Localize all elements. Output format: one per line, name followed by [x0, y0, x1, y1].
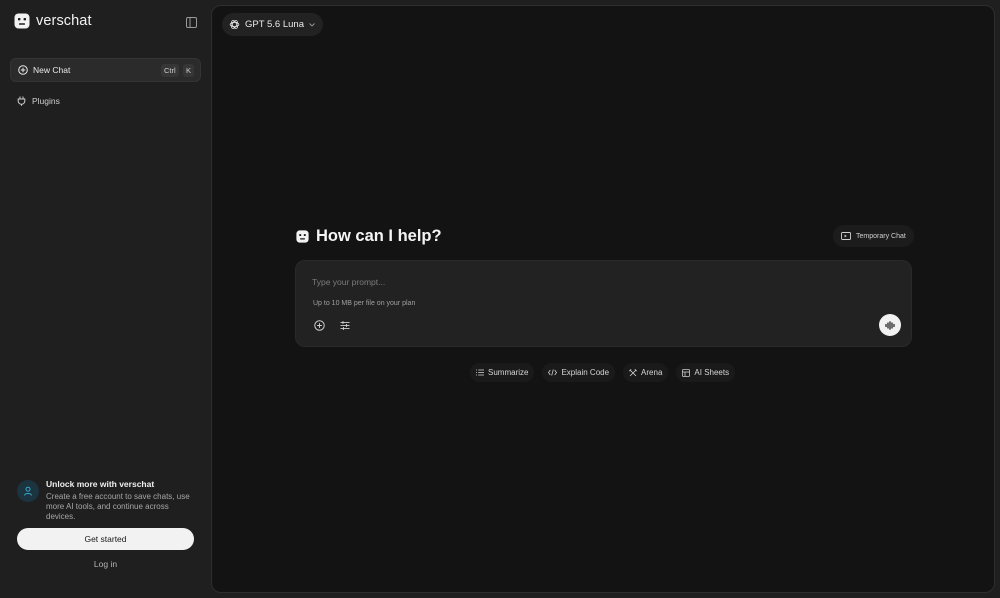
- shortcut-k: K: [183, 64, 195, 77]
- upload-limit-hint: Up to 10 MB per file on your plan: [313, 300, 416, 307]
- model-selector[interactable]: GPT 5.6 Luna: [222, 13, 323, 36]
- robot-icon: [296, 230, 309, 243]
- plugins-label: Plugins: [32, 96, 60, 106]
- attach-button[interactable]: [311, 317, 327, 333]
- chip-label: AI Sheets: [694, 368, 730, 377]
- plus-circle-icon: [18, 65, 28, 75]
- chip-explain-code[interactable]: Explain Code: [542, 363, 616, 382]
- chip-label: Explain Code: [561, 368, 610, 377]
- robot-logo-icon: [14, 13, 30, 29]
- voice-input-button[interactable]: [879, 314, 901, 336]
- promo-text: Create a free account to save chats, use…: [46, 492, 190, 521]
- sidebar: verschat New Chat Ctrl K Plugins Unlock …: [0, 0, 210, 598]
- model-name: GPT 5.6 Luna: [245, 19, 304, 30]
- table-icon: [682, 368, 691, 377]
- temporary-chat-button[interactable]: Temporary Chat: [833, 225, 914, 247]
- arena-icon: [629, 368, 638, 376]
- chip-label: Arena: [641, 368, 663, 377]
- list-icon: [476, 369, 484, 376]
- main-panel: GPT 5.6 Luna How can I help? Temporary C…: [211, 5, 995, 593]
- plus-circle-icon: [313, 319, 325, 331]
- get-started-button[interactable]: Get started: [17, 528, 194, 550]
- prompt-input[interactable]: [312, 274, 872, 290]
- chat-bubble-icon: [841, 231, 851, 240]
- shortcut-ctrl: Ctrl: [161, 64, 179, 77]
- new-chat-button[interactable]: New Chat Ctrl K: [10, 58, 201, 82]
- chevron-down-icon: [309, 22, 315, 27]
- login-link[interactable]: Log in: [17, 559, 194, 569]
- new-chat-label: New Chat: [33, 65, 71, 75]
- promo-title: Unlock more with verschat: [46, 479, 155, 489]
- prompt-box: Up to 10 MB per file on your plan: [295, 260, 912, 347]
- sidebar-collapse-icon[interactable]: [186, 17, 197, 28]
- openai-icon: [229, 20, 240, 29]
- sliders-icon: [340, 320, 350, 330]
- tools-button[interactable]: [337, 317, 353, 333]
- user-icon: [24, 486, 32, 496]
- brand-name: verschat: [36, 13, 92, 29]
- chip-label: Summarize: [488, 368, 529, 377]
- brand[interactable]: verschat: [14, 13, 92, 29]
- page-heading: How can I help?: [296, 227, 442, 246]
- page-title: How can I help?: [316, 227, 442, 245]
- suggestion-chips: Summarize Explain Code Arena AI Sheets: [470, 363, 736, 382]
- chip-ai-sheets[interactable]: AI Sheets: [676, 363, 736, 382]
- chip-arena[interactable]: Arena: [623, 363, 669, 382]
- temporary-chat-label: Temporary Chat: [856, 232, 906, 240]
- avatar: [17, 480, 39, 502]
- plug-icon: [17, 96, 26, 106]
- waveform-icon: [884, 320, 895, 330]
- sidebar-item-plugins[interactable]: Plugins: [17, 96, 60, 106]
- chip-summarize[interactable]: Summarize: [470, 363, 535, 382]
- code-icon: [548, 369, 558, 376]
